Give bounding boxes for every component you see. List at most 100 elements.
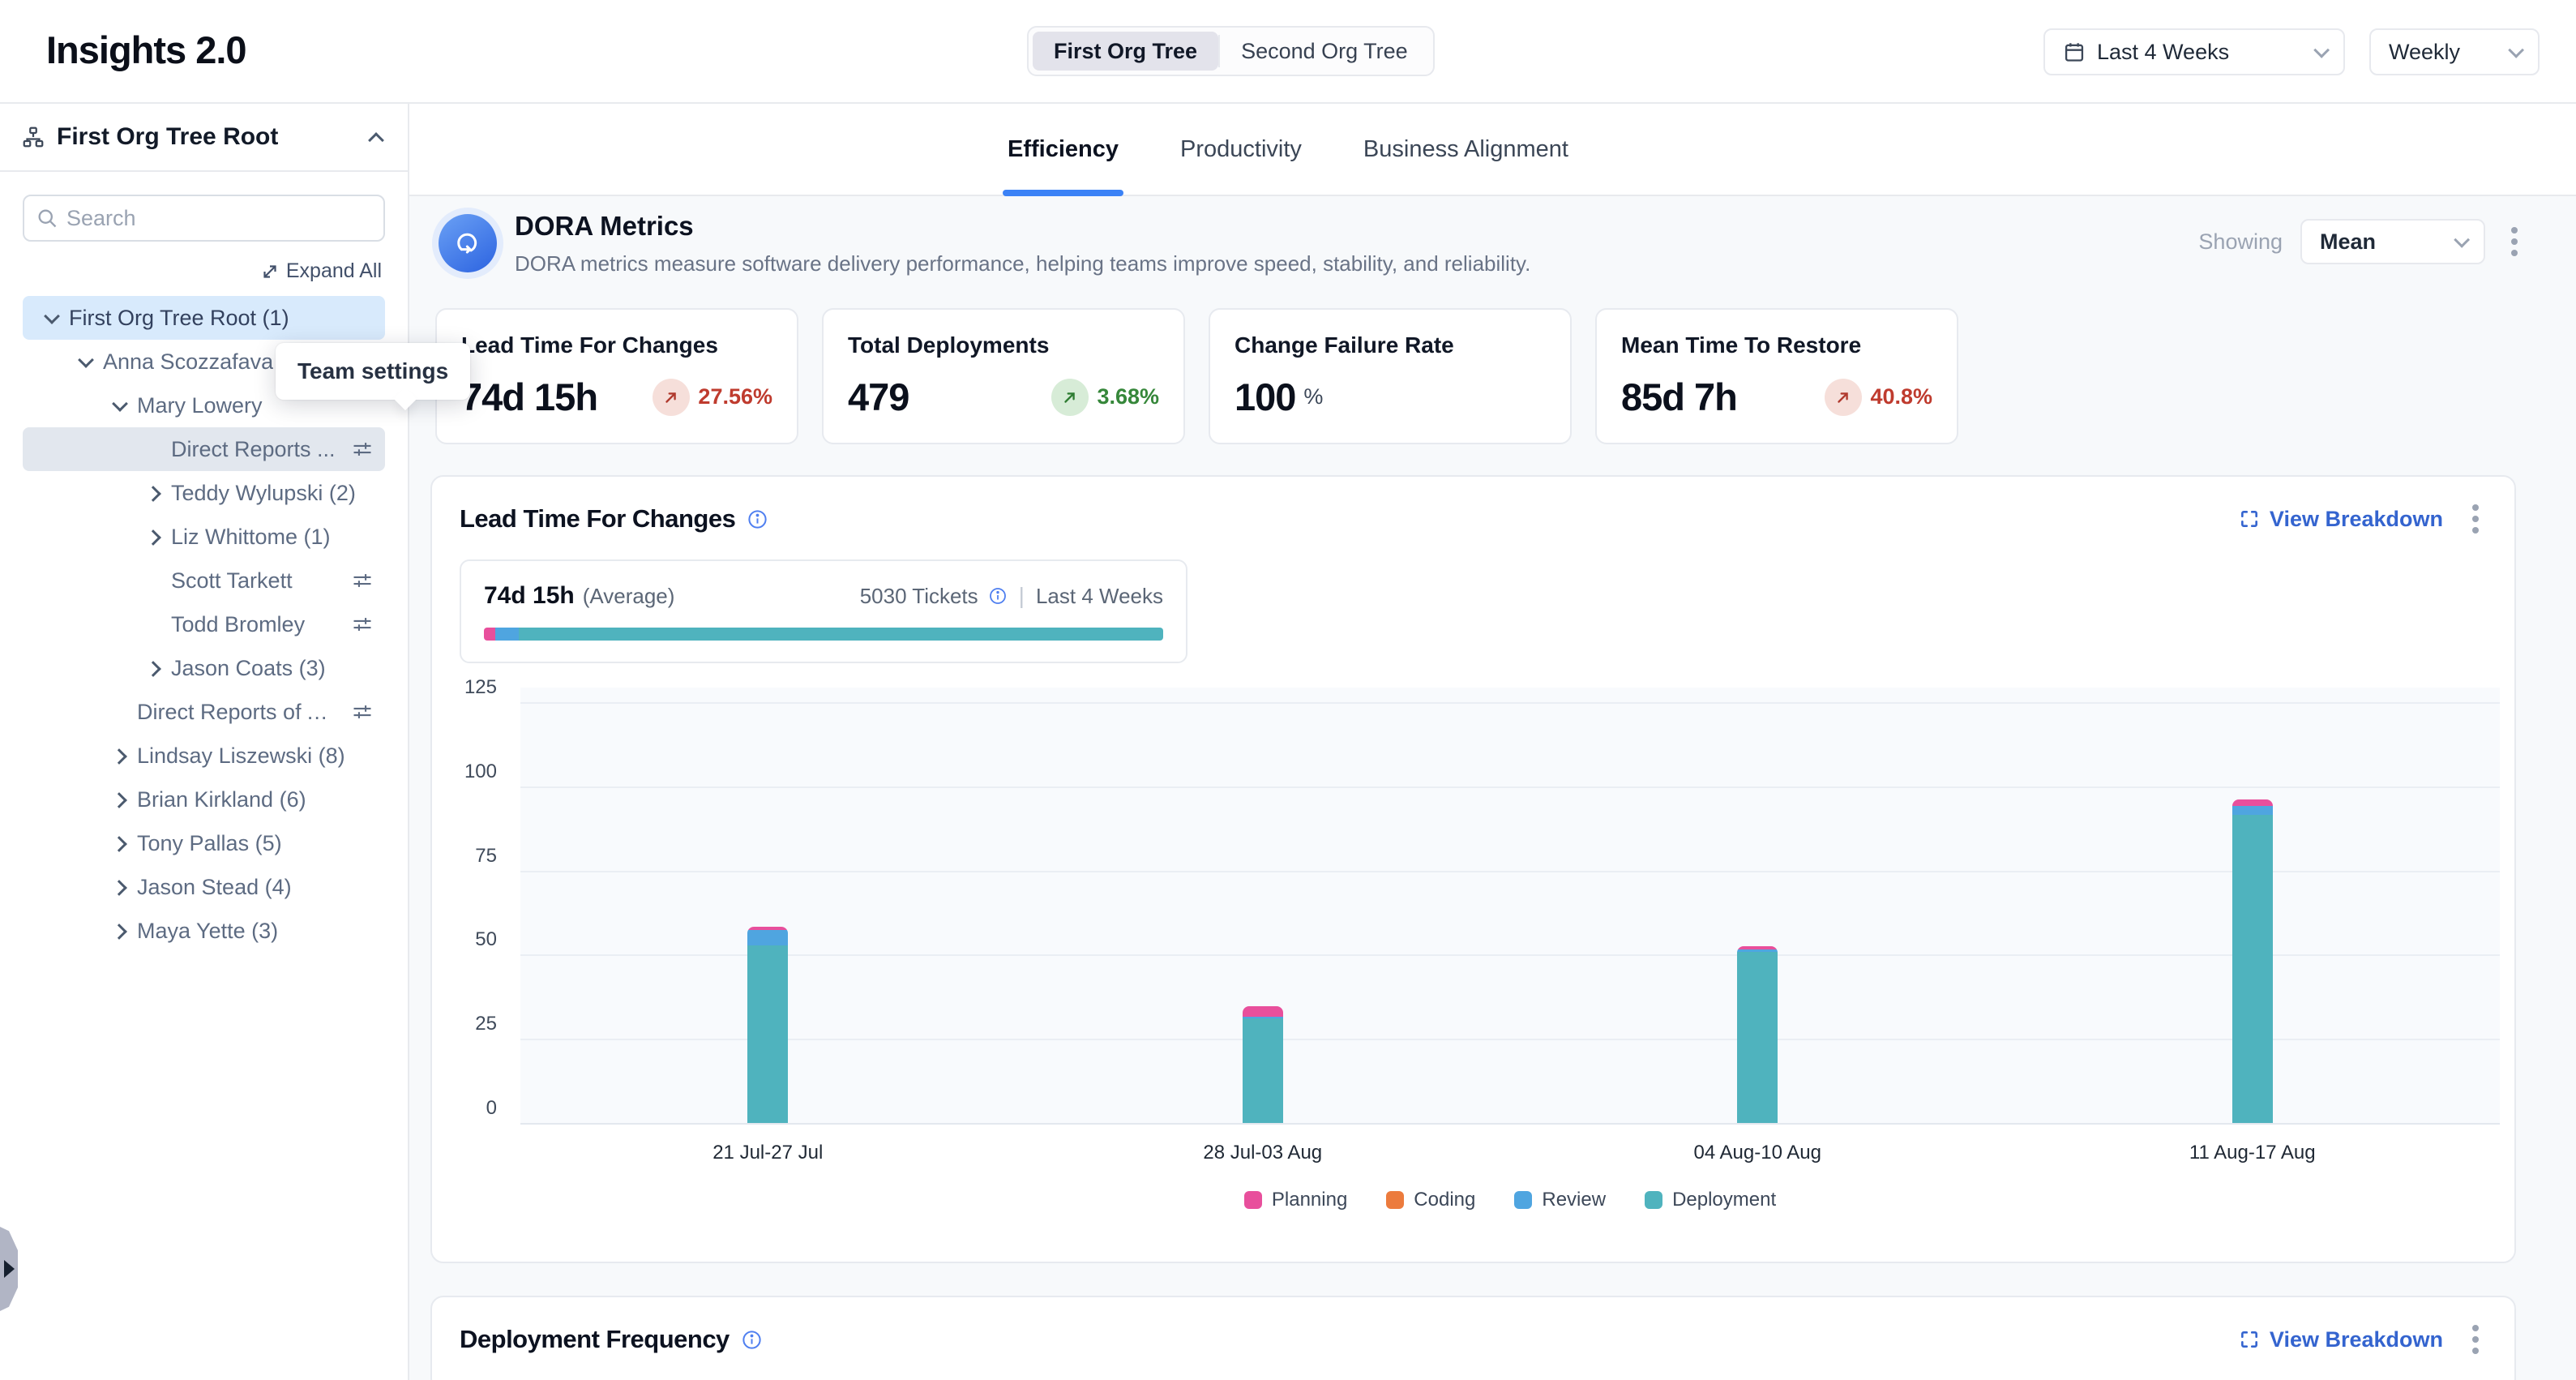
insights-dashboard: Insights 2.0 First Org Tree Second Org T… — [0, 0, 2576, 1380]
metric-card-total-deployments: Total Deployments 479 3.68% — [822, 308, 1185, 444]
average-value: 74d 15h — [484, 582, 575, 610]
metric-value: 85d 7h — [1621, 375, 1737, 419]
tree-item-direct-reports[interactable]: Direct Reports ... — [23, 427, 385, 471]
delta-value: 3.68% — [1097, 384, 1159, 409]
lead-time-section: Lead Time For Changes — [430, 475, 2516, 1263]
info-icon[interactable] — [747, 508, 768, 530]
tree-item-todd-bromley[interactable]: Todd Bromley — [23, 602, 385, 646]
tree-item-label: Scott Tarkett — [171, 568, 293, 594]
tree-item-teddy-wylupski[interactable]: Teddy Wylupski (2) — [23, 471, 385, 515]
tree-item-label: Jason Stead (4) — [137, 875, 292, 900]
section-title: Deployment Frequency — [460, 1325, 730, 1354]
org-tree-toggle-first[interactable]: First Org Tree — [1033, 32, 1218, 71]
tree-item-label: Todd Bromley — [171, 612, 305, 637]
view-breakdown-link[interactable]: View Breakdown — [2239, 1327, 2443, 1352]
deployment-frequency-section: Deployment Frequency — [430, 1296, 2516, 1380]
tree-item-label: Anna Scozzafava — [103, 349, 273, 375]
chart-plot-area[interactable] — [520, 688, 2500, 1125]
tab-productivity[interactable]: Productivity — [1175, 104, 1307, 195]
average-period: Last 4 Weeks — [1036, 584, 1163, 609]
expand-all-button[interactable]: Expand All — [0, 259, 382, 283]
tree-item-label: Lindsay Liszewski (8) — [137, 744, 345, 769]
collapse-sidebar-icon[interactable] — [366, 126, 387, 148]
sidebar-header: First Org Tree Root — [0, 104, 408, 172]
chevron-right-icon[interactable] — [109, 833, 131, 854]
legend-item-coding[interactable]: Coding — [1386, 1189, 1475, 1211]
planning-swatch — [1244, 1191, 1262, 1209]
legend-item-planning[interactable]: Planning — [1244, 1189, 1347, 1211]
expand-breakdown-icon — [2239, 1329, 2260, 1350]
chevron-down-icon[interactable] — [75, 351, 96, 372]
chevron-down-icon[interactable] — [41, 307, 62, 328]
delta-badge: 40.8% — [1825, 379, 1932, 416]
view-breakdown-link[interactable]: View Breakdown — [2239, 507, 2443, 532]
metric-value: 479 — [848, 375, 909, 419]
tab-business-alignment[interactable]: Business Alignment — [1359, 104, 1573, 195]
chevron-down-icon — [2454, 232, 2470, 248]
chevron-down-icon[interactable] — [109, 395, 131, 416]
metric-label: Mean Time To Restore — [1621, 332, 1932, 358]
stacked-bar — [1737, 946, 1778, 1123]
section-menu-kebab-icon[interactable] — [2464, 499, 2487, 538]
tree-item-label: First Org Tree Root (1) — [69, 306, 289, 331]
legend-item-deployment[interactable]: Deployment — [1645, 1189, 1776, 1211]
tree-item-first-org-tree-root[interactable]: First Org Tree Root (1) — [23, 296, 385, 340]
team-settings-tooltip: Team settings — [276, 343, 470, 400]
aggregation-value: Mean — [2320, 229, 2376, 255]
planning-segment — [484, 628, 495, 641]
tree-item-label: Brian Kirkland (6) — [137, 787, 306, 812]
tree-item-jason-coats[interactable]: Jason Coats (3) — [23, 646, 385, 690]
chevron-right-icon[interactable] — [109, 876, 131, 898]
metric-cards-row: Lead Time For Changes 74d 15h 27.56% — [435, 308, 2516, 444]
metric-unit: % — [1303, 384, 1323, 409]
info-icon[interactable] — [988, 586, 1008, 606]
aggregation-dropdown[interactable]: Mean — [2300, 219, 2485, 264]
date-range-dropdown[interactable]: Last 4 Weeks — [2043, 28, 2345, 75]
granularity-dropdown[interactable]: Weekly — [2369, 28, 2540, 75]
expand-breakdown-icon — [2239, 508, 2260, 529]
section-title: Lead Time For Changes — [460, 504, 735, 534]
tree-item-jason-stead[interactable]: Jason Stead (4) — [23, 865, 385, 909]
trend-up-icon — [653, 379, 690, 416]
metric-label: Total Deployments — [848, 332, 1159, 358]
chevron-right-icon[interactable] — [109, 920, 131, 941]
chart-x-axis: 21 Jul-27 Jul28 Jul-03 Aug04 Aug-10 Aug1… — [520, 1142, 2500, 1171]
legend-item-review[interactable]: Review — [1514, 1189, 1606, 1211]
chevron-right-icon[interactable] — [143, 482, 165, 504]
chevron-right-icon[interactable] — [143, 526, 165, 547]
org-tree-toggle-second[interactable]: Second Org Tree — [1220, 32, 1429, 71]
chart-y-axis: 0255075100125 — [460, 688, 497, 1125]
tabs-bar: Efficiency Productivity Business Alignme… — [409, 104, 2576, 196]
showing-label: Showing — [2198, 229, 2283, 255]
tree-item-maya-yette[interactable]: Maya Yette (3) — [23, 909, 385, 953]
search-input[interactable] — [23, 195, 385, 242]
team-settings-icon[interactable] — [351, 569, 374, 592]
page-title: Insights 2.0 — [46, 28, 246, 72]
tree-item-brian-kirkland[interactable]: Brian Kirkland (6) — [23, 778, 385, 821]
coding-swatch — [1386, 1191, 1404, 1209]
tree-item-direct-reports-of-a[interactable]: Direct Reports of A... — [23, 690, 385, 734]
tree-item-tony-pallas[interactable]: Tony Pallas (5) — [23, 821, 385, 865]
chevron-right-icon[interactable] — [109, 789, 131, 810]
chevron-right-icon[interactable] — [143, 658, 165, 679]
metric-value: 100 — [1235, 375, 1295, 419]
tree-item-lindsay-liszewski[interactable]: Lindsay Liszewski (8) — [23, 734, 385, 778]
section-menu-kebab-icon[interactable] — [2464, 1320, 2487, 1359]
divider: | — [1019, 583, 1025, 609]
delta-value: 40.8% — [1870, 384, 1932, 409]
delta-badge: 27.56% — [653, 379, 772, 416]
tab-efficiency[interactable]: Efficiency — [1003, 104, 1123, 195]
team-settings-icon[interactable] — [351, 701, 374, 723]
info-icon[interactable] — [741, 1329, 763, 1351]
header-controls: Last 4 Weeks Weekly — [2043, 28, 2540, 75]
team-settings-icon[interactable] — [351, 613, 374, 636]
chevron-right-icon[interactable] — [109, 745, 131, 766]
tree-item-label: Mary Lowery — [137, 393, 263, 418]
dora-title: DORA Metrics — [515, 211, 1530, 242]
metric-label: Change Failure Rate — [1235, 332, 1546, 358]
dora-menu-kebab-icon[interactable] — [2503, 222, 2526, 261]
team-settings-icon[interactable] — [351, 438, 374, 461]
metric-value: 74d 15h — [461, 375, 597, 419]
tree-item-scott-tarkett[interactable]: Scott Tarkett — [23, 559, 385, 602]
tree-item-liz-whittome[interactable]: Liz Whittome (1) — [23, 515, 385, 559]
